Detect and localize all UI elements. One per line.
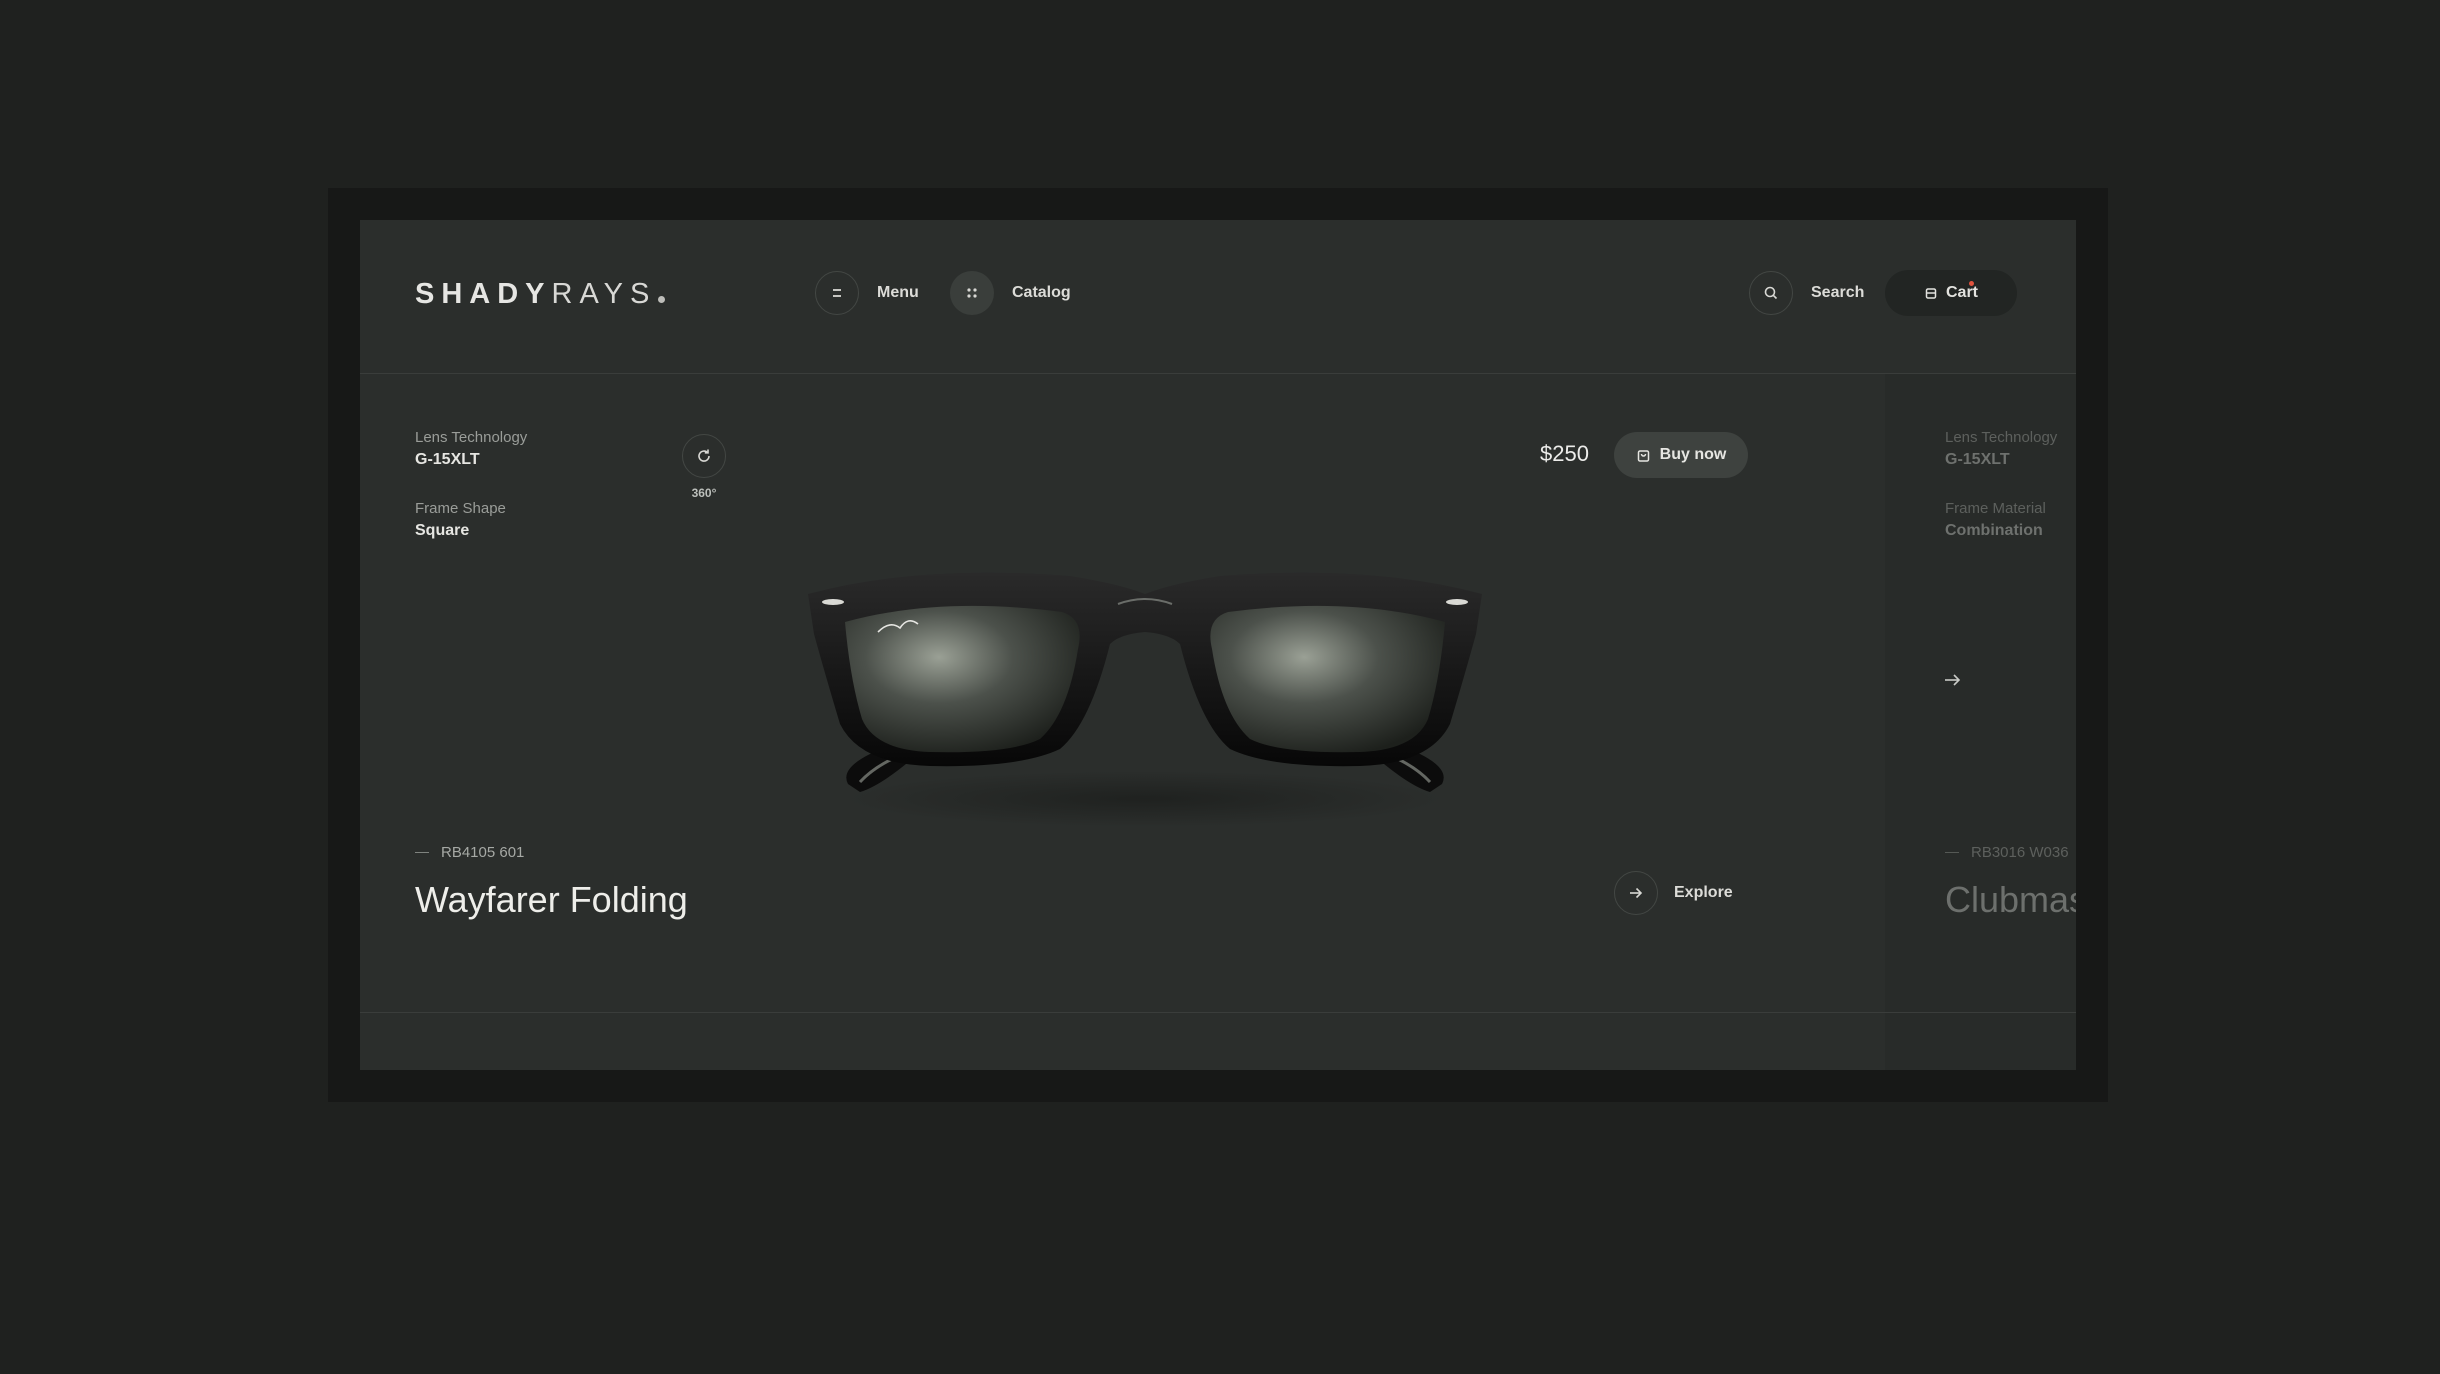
next-product-model: RB3016 W036 bbox=[1945, 844, 2069, 861]
rotate-360-button[interactable] bbox=[682, 434, 726, 478]
model-code: RB4105 601 bbox=[441, 844, 525, 861]
brand-dot bbox=[658, 296, 666, 303]
menu-label: Menu bbox=[877, 284, 919, 301]
model-dash bbox=[415, 852, 429, 853]
next-spec-value-lens: G-15XLT bbox=[1945, 451, 2010, 468]
next-model-dash bbox=[1945, 852, 1959, 853]
next-model-code: RB3016 W036 bbox=[1971, 844, 2069, 861]
spec-value-lens: G-15XLT bbox=[415, 451, 480, 468]
explore-button[interactable]: Explore bbox=[1614, 870, 1733, 916]
brand-bold: SHADY bbox=[415, 278, 552, 310]
buy-now-button[interactable]: Buy now bbox=[1614, 432, 1748, 478]
next-product-panel[interactable]: Lens Technology G-15XLT Frame Material C… bbox=[1885, 374, 2076, 1070]
product-image[interactable] bbox=[800, 554, 1490, 834]
header: SHADYRAYS Menu Catalog Search Cart bbox=[360, 220, 2076, 374]
next-product-title: Clubmaster bbox=[1945, 879, 2076, 920]
next-arrow-icon[interactable] bbox=[1943, 672, 1963, 688]
app-screen: SHADYRAYS Menu Catalog Search Cart Lens … bbox=[360, 220, 2076, 1070]
catalog-button[interactable]: Catalog bbox=[950, 270, 1071, 316]
spec-label-lens: Lens Technology bbox=[415, 429, 528, 446]
bottom-strip bbox=[360, 1013, 1885, 1070]
buy-now-label: Buy now bbox=[1659, 446, 1727, 463]
bag-icon bbox=[1637, 449, 1649, 462]
cart-icon bbox=[1925, 288, 1937, 299]
search-label: Search bbox=[1811, 284, 1865, 301]
product-model: RB4105 601 bbox=[415, 844, 524, 861]
menu-button[interactable]: Menu bbox=[815, 270, 919, 316]
explore-label: Explore bbox=[1674, 884, 1733, 901]
spec-value-frame: Square bbox=[415, 522, 470, 539]
rotate-label: 360° bbox=[691, 486, 717, 500]
search-icon bbox=[1749, 271, 1793, 315]
cart-button[interactable]: Cart bbox=[1885, 270, 2017, 316]
next-spec-label-lens: Lens Technology bbox=[1945, 429, 2058, 446]
next-spec-value-frame: Combination bbox=[1945, 522, 2043, 539]
menu-icon bbox=[815, 271, 859, 315]
cart-notification-dot bbox=[1969, 281, 1974, 286]
rotate-icon bbox=[698, 449, 710, 462]
next-spec-label-frame: Frame Material bbox=[1945, 500, 2046, 517]
search-button[interactable]: Search bbox=[1749, 270, 1864, 316]
grid-icon bbox=[950, 271, 994, 315]
product-panel: Lens Technology G-15XLT Frame Shape Squa… bbox=[360, 374, 1885, 1014]
spec-label-frame: Frame Shape bbox=[415, 500, 506, 517]
catalog-label: Catalog bbox=[1012, 284, 1071, 301]
brand-logo[interactable]: SHADYRAYS bbox=[415, 278, 666, 311]
brand-light: RAYS bbox=[551, 278, 657, 310]
cart-label: Cart bbox=[1945, 284, 1978, 301]
arrow-right-icon bbox=[1614, 871, 1658, 915]
product-title: Wayfarer Folding bbox=[415, 879, 688, 920]
price: $250 bbox=[1540, 441, 1589, 466]
